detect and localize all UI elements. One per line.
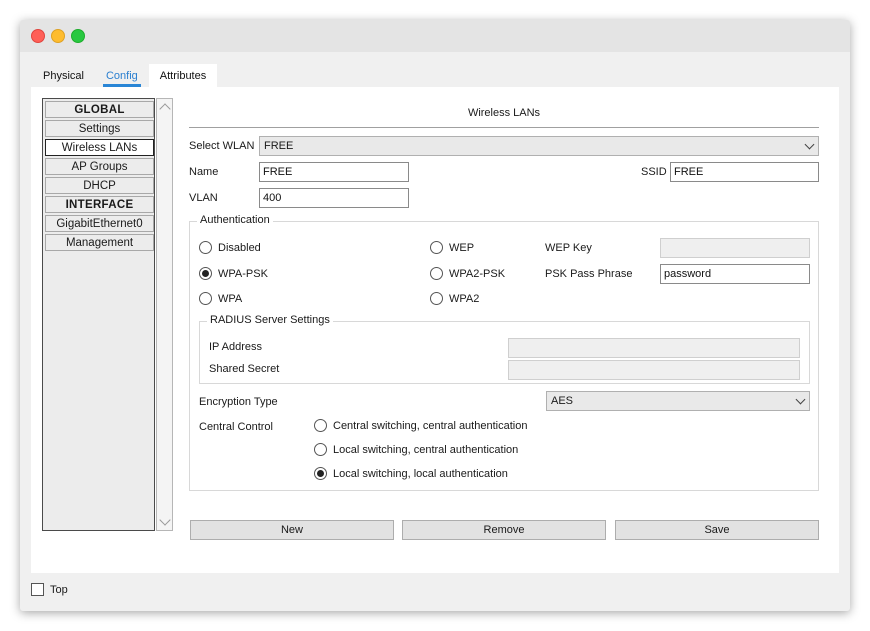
radio-wpa-psk[interactable]: WPA-PSK: [199, 267, 268, 280]
shared-secret-input[interactable]: [508, 360, 800, 380]
sidebar-item-settings[interactable]: Settings: [45, 120, 154, 137]
chevron-down-icon[interactable]: [159, 514, 171, 526]
wep-key-input[interactable]: [660, 238, 810, 258]
chevron-up-icon[interactable]: [159, 103, 171, 115]
central-control-label: Central Control: [199, 421, 273, 433]
save-button[interactable]: Save: [615, 520, 819, 540]
radio-disabled-label: Disabled: [218, 241, 261, 254]
sidebar-item-ap-groups[interactable]: AP Groups: [45, 158, 154, 175]
ssid-input[interactable]: [670, 162, 819, 182]
tab-attributes[interactable]: Attributes: [148, 64, 218, 88]
vlan-input[interactable]: [259, 188, 409, 208]
chevron-down-icon: [804, 139, 815, 150]
remove-button[interactable]: Remove: [402, 520, 606, 540]
tab-bar: Physical Config Attributes: [32, 64, 218, 88]
tab-physical[interactable]: Physical: [32, 64, 95, 88]
psk-pass-phrase-label: PSK Pass Phrase: [545, 268, 633, 280]
wep-key-label: WEP Key: [545, 242, 592, 254]
select-wlan-label: Select WLAN: [189, 140, 255, 152]
radio-button-icon: [314, 419, 327, 432]
sidebar-header-interface: INTERFACE: [45, 196, 154, 213]
radio-wpa2-label: WPA2: [449, 292, 480, 305]
sidebar: GLOBAL Settings Wireless LANs AP Groups …: [42, 98, 155, 531]
encryption-type-dropdown[interactable]: AES: [546, 391, 810, 411]
sidebar-item-dhcp[interactable]: DHCP: [45, 177, 154, 194]
radius-group-title: RADIUS Server Settings: [207, 314, 333, 326]
radio-button-icon: [314, 443, 327, 456]
radio-wpa2-psk[interactable]: WPA2-PSK: [430, 267, 505, 280]
authentication-group: Authentication Disabled WEP WEP Key WPA-…: [189, 214, 819, 491]
sidebar-item-wireless-lans[interactable]: Wireless LANs: [45, 139, 154, 156]
encryption-type-value: AES: [551, 395, 574, 407]
radio-wep-label: WEP: [449, 241, 475, 254]
radio-local-central-label: Local switching, central authentication: [333, 443, 519, 456]
sidebar-scrollbar[interactable]: [156, 98, 173, 531]
radius-server-group: RADIUS Server Settings IP Address Shared…: [199, 314, 810, 384]
vlan-label: VLAN: [189, 192, 218, 204]
ip-address-input[interactable]: [508, 338, 800, 358]
encryption-type-label: Encryption Type: [199, 396, 278, 408]
radio-local-switching-central-auth[interactable]: Local switching, central authentication: [314, 443, 518, 456]
sidebar-item-gigabitethernet0[interactable]: GigabitEthernet0: [45, 215, 154, 232]
maximize-window-button[interactable]: [71, 29, 85, 43]
select-wlan-value: FREE: [264, 140, 294, 152]
psk-pass-phrase-input[interactable]: [660, 264, 810, 284]
panel-title: Wireless LANs: [467, 107, 541, 119]
config-window: Physical Config Attributes GLOBAL Settin…: [20, 20, 850, 611]
shared-secret-label: Shared Secret: [209, 363, 280, 375]
radio-button-icon: [430, 241, 443, 254]
radio-button-icon: [199, 292, 212, 305]
radio-wpa-label: WPA: [218, 292, 243, 305]
radio-central-central-label: Central switching, central authenticatio…: [333, 419, 528, 432]
radio-central-switching-central-auth[interactable]: Central switching, central authenticatio…: [314, 419, 527, 432]
minimize-window-button[interactable]: [51, 29, 65, 43]
radio-button-checked-icon: [314, 467, 327, 480]
ssid-label: SSID: [641, 166, 667, 178]
sidebar-item-management[interactable]: Management: [45, 234, 154, 251]
name-label: Name: [189, 166, 219, 178]
authentication-group-title: Authentication: [197, 214, 273, 226]
radio-button-checked-icon: [199, 267, 212, 280]
radio-wpa2[interactable]: WPA2: [430, 292, 479, 305]
radio-wpa2-psk-label: WPA2-PSK: [449, 267, 506, 280]
title-bar: [20, 20, 850, 52]
new-button[interactable]: New: [190, 520, 394, 540]
sidebar-header-global: GLOBAL: [45, 101, 154, 118]
close-window-button[interactable]: [31, 29, 45, 43]
radio-button-icon: [430, 292, 443, 305]
radio-local-local-label: Local switching, local authentication: [333, 467, 508, 480]
radio-button-icon: [430, 267, 443, 280]
radio-disabled[interactable]: Disabled: [199, 241, 261, 254]
radio-button-icon: [199, 241, 212, 254]
ip-address-label: IP Address: [209, 341, 262, 353]
radio-wep[interactable]: WEP: [430, 241, 474, 254]
chevron-down-icon: [795, 394, 806, 405]
radio-local-switching-local-auth[interactable]: Local switching, local authentication: [314, 467, 508, 480]
title-divider: [189, 127, 819, 128]
top-checkbox[interactable]: Top: [31, 583, 68, 596]
config-content: GLOBAL Settings Wireless LANs AP Groups …: [31, 87, 839, 573]
checkbox-icon: [31, 583, 44, 596]
select-wlan-dropdown[interactable]: FREE: [259, 136, 819, 156]
tab-config[interactable]: Config: [95, 64, 149, 88]
radio-wpa-psk-label: WPA-PSK: [218, 267, 268, 280]
name-input[interactable]: [259, 162, 409, 182]
wireless-lans-panel: Wireless LANs Select WLAN FREE Name SSID…: [189, 87, 819, 573]
radio-wpa[interactable]: WPA: [199, 292, 242, 305]
top-checkbox-label: Top: [50, 583, 68, 596]
